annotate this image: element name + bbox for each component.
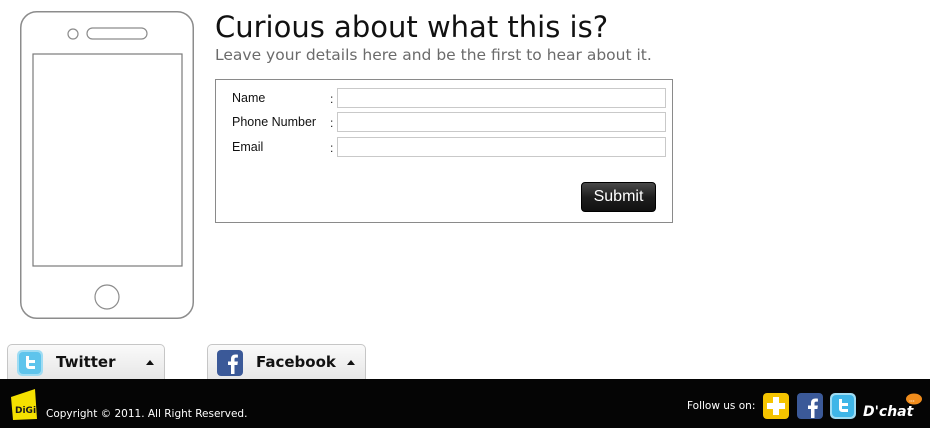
phone-colon: : <box>330 116 334 130</box>
tab-twitter[interactable]: Twitter <box>7 344 165 380</box>
facebook-icon[interactable] <box>797 393 823 419</box>
twitter-icon <box>17 350 43 376</box>
phone-label: Phone Number <box>232 115 317 129</box>
caret-up-icon <box>347 360 355 365</box>
heading-block: Curious about what this is? Leave your d… <box>215 9 652 65</box>
footer: DiGi Copyright © 2011. All Right Reserve… <box>0 379 930 428</box>
caret-up-icon <box>146 360 154 365</box>
follow-us-label: Follow us on: <box>687 400 756 412</box>
tab-facebook[interactable]: Facebook <box>207 344 366 380</box>
dchat-label: D'chat <box>863 404 915 419</box>
email-field[interactable] <box>337 137 666 157</box>
page-subtitle: Leave your details here and be the first… <box>215 46 652 64</box>
svg-text:DiGi: DiGi <box>15 406 36 416</box>
digi-logo[interactable]: DiGi <box>9 387 39 422</box>
name-field[interactable] <box>337 88 666 108</box>
name-label: Name <box>232 91 266 105</box>
submit-button[interactable]: Submit <box>581 182 656 212</box>
phone-field[interactable] <box>337 112 666 132</box>
plus-icon[interactable] <box>763 393 789 419</box>
tab-twitter-label: Twitter <box>56 353 116 371</box>
name-colon: : <box>330 92 334 106</box>
copyright-text: Copyright © 2011. All Right Reserved. <box>46 408 248 420</box>
signup-form: Name : Phone Number : Email : Submit <box>215 79 673 223</box>
page-title: Curious about what this is? <box>215 10 609 44</box>
twitter-icon[interactable] <box>830 393 856 419</box>
tab-facebook-label: Facebook <box>256 353 336 371</box>
phone-illustration <box>20 11 194 319</box>
dchat-icon[interactable]: ... D'chat <box>862 393 924 419</box>
email-label: Email <box>232 140 264 154</box>
svg-text:...: ... <box>909 398 915 404</box>
facebook-icon <box>217 350 243 376</box>
email-colon: : <box>330 141 334 155</box>
